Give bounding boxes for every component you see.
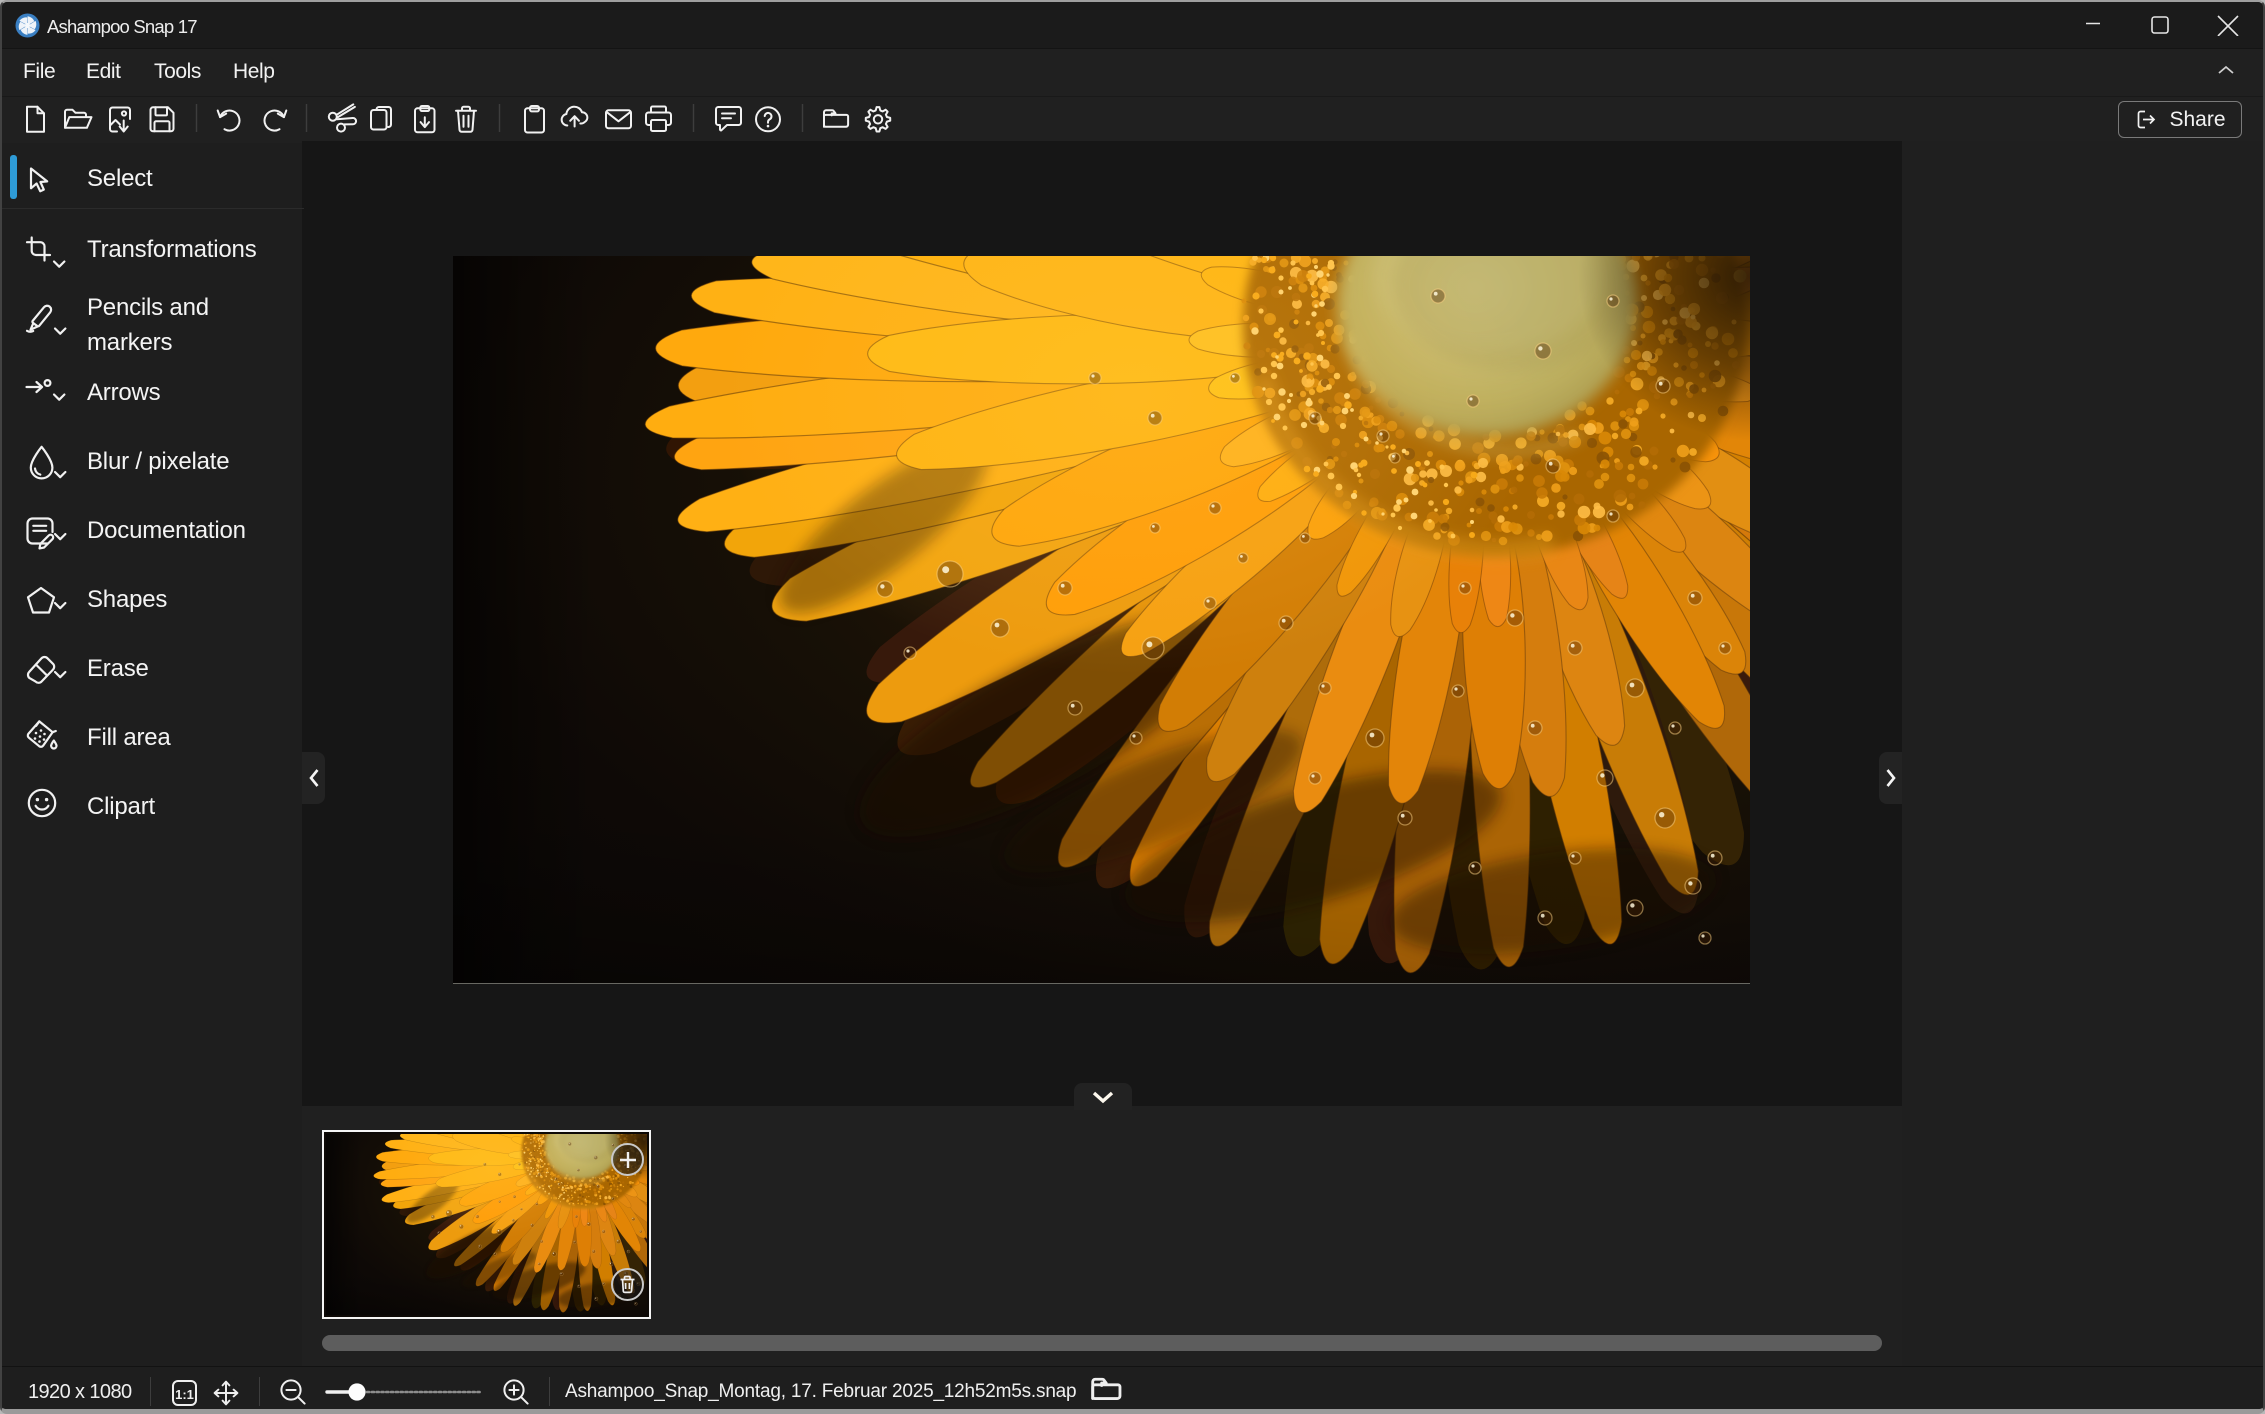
svg-text:1:1: 1:1 (175, 1387, 194, 1402)
